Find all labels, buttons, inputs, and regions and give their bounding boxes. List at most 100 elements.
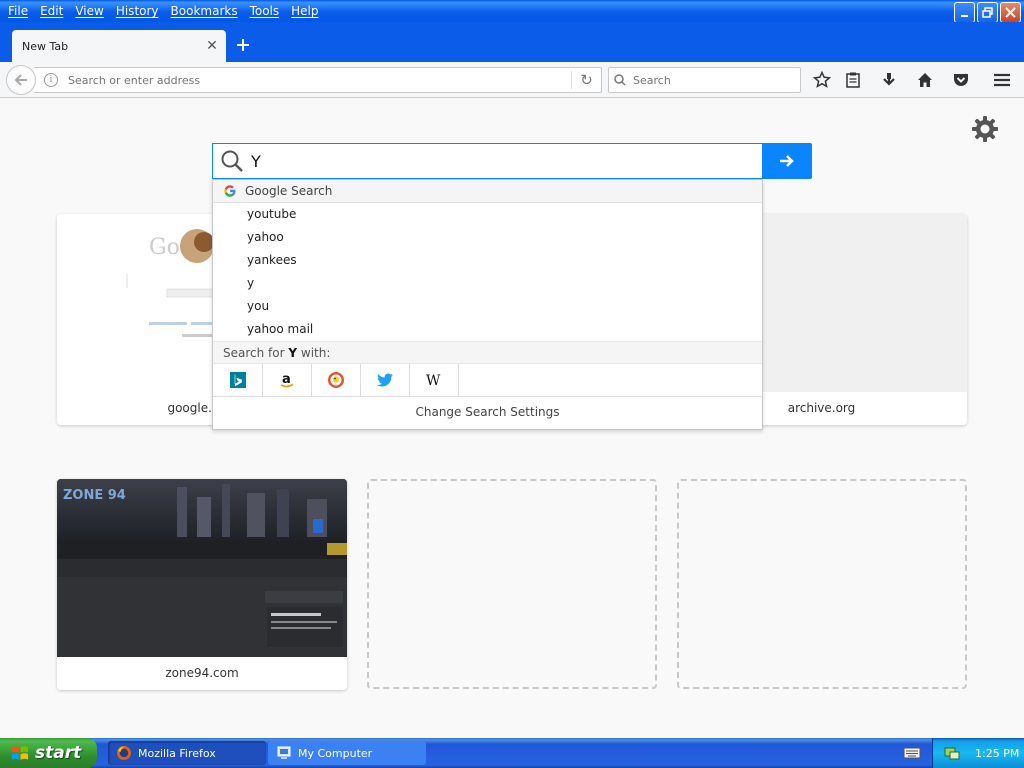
url-bar[interactable]: i ↻ [34,67,602,93]
search-for-prefix: Search for [223,346,289,360]
pocket-button[interactable] [951,70,971,90]
network-icon[interactable] [943,744,961,762]
one-off-engines-row: a W [213,363,762,397]
hamburger-menu-button[interactable] [992,70,1012,90]
change-search-settings-button[interactable]: Change Search Settings [213,397,762,428]
tab-new-tab[interactable]: New Tab ✕ [12,30,226,62]
back-button[interactable] [6,65,36,95]
star-icon [813,71,831,88]
suggestion-item[interactable]: you [213,295,762,318]
keyboard-icon[interactable] [903,746,921,760]
suggestion-item[interactable]: yahoo [213,226,762,249]
menu-bar: File Edit View History Bookmarks Tools H… [2,0,325,22]
hamburger-icon [994,73,1010,87]
tab-title: New Tab [22,39,69,53]
menu-tools[interactable]: Tools [244,0,286,22]
menu-help[interactable]: Help [285,0,324,22]
restore-icon [982,7,993,18]
zone94-thumbnail-image: ZONE 94 [57,479,347,657]
suggestion-item[interactable]: yankees [213,249,762,272]
svg-text:ZONE 94: ZONE 94 [63,488,126,503]
svg-text:a: a [282,372,291,387]
start-button[interactable]: start [0,738,97,768]
clipboard-icon [846,72,860,88]
search-for-suffix: with: [297,346,331,360]
engine-button-wikipedia[interactable]: W [410,363,459,397]
search-for-term: Y [288,346,298,360]
engine-button-twitter[interactable] [361,363,410,397]
navigation-toolbar: i ↻ [0,62,1024,98]
home-icon [918,73,932,87]
bookmark-star-button[interactable] [812,70,832,90]
menu-history[interactable]: History [110,0,165,22]
wikipedia-icon: W [426,373,441,388]
svg-text:W: W [426,373,441,388]
minimize-button[interactable] [954,2,975,23]
google-icon [224,185,236,197]
download-arrow-icon [883,73,895,86]
reload-icon[interactable]: ↻ [571,71,601,89]
plus-icon [237,39,249,51]
suggestion-engine-header: Google Search [213,180,762,203]
newtab-search-box[interactable] [212,143,763,179]
gear-icon [972,116,998,142]
search-icon [614,74,626,86]
suggestion-item[interactable]: yahoo mail [213,318,762,341]
address-input[interactable] [58,73,571,87]
close-icon [1005,7,1016,18]
info-icon[interactable]: i [44,73,58,87]
search-for-label: Search for Y with: [213,341,762,364]
tile-label: zone94.com [57,657,347,690]
new-tab-button[interactable] [232,34,254,56]
system-tray: 1:25 PM [932,738,1024,768]
empty-tile-slot[interactable] [677,479,967,689]
menu-file[interactable]: File [2,0,34,22]
arrow-right-icon [780,155,794,167]
firefox-icon [117,746,131,760]
taskbar-item-label: My Computer [298,746,373,760]
tab-strip: New Tab ✕ [0,22,1024,62]
bookmarks-menu-button[interactable] [843,70,863,90]
search-icon [221,150,243,172]
start-label: start [35,743,82,763]
taskbar-item-my-computer[interactable]: My Computer [268,741,426,765]
menu-view[interactable]: View [69,0,109,22]
tile-thumbnail: ZONE 94 [57,479,347,657]
close-window-button[interactable] [1000,2,1021,23]
restore-button[interactable] [977,2,998,23]
menu-bookmarks[interactable]: Bookmarks [165,0,244,22]
twitter-icon [377,373,393,387]
taskbar-item-firefox[interactable]: Mozilla Firefox [108,741,266,765]
engine-button-bing[interactable] [214,363,263,397]
menu-edit[interactable]: Edit [34,0,69,22]
taskbar-item-label: Mozilla Firefox [138,746,216,760]
engine-button-amazon[interactable]: a [263,363,312,397]
newtab-search-form [212,143,812,179]
window-controls [954,2,1021,23]
downloads-button[interactable] [879,70,899,90]
top-site-tile-zone94[interactable]: ZONE 94 zone94.com [57,479,347,690]
search-bar[interactable] [608,67,801,93]
home-button[interactable] [915,70,935,90]
engine-button-duckduckgo[interactable] [312,363,361,397]
minimize-icon [960,14,968,17]
duckduckgo-icon [328,372,344,388]
windows-taskbar: start Mozilla Firefox My Computer 1:25 P… [0,738,1024,768]
clock: 1:25 PM [975,746,1020,760]
search-input[interactable] [629,73,800,87]
amazon-icon: a [280,372,294,388]
suggestion-item[interactable]: youtube [213,203,762,226]
newtab-search-input[interactable] [251,151,731,171]
suggestion-item[interactable]: y [213,272,762,295]
svg-text:Go: Go [149,235,180,260]
pocket-icon [954,74,968,86]
tab-close-icon[interactable]: ✕ [202,38,222,54]
empty-tile-slot[interactable] [367,479,657,689]
engine-name: Google Search [245,184,333,198]
my-computer-icon [277,746,291,759]
newtab-settings-button[interactable] [970,114,1000,144]
search-go-button[interactable] [762,143,812,179]
back-arrow-icon [14,74,27,86]
bing-icon [230,372,246,388]
windows-logo-icon [12,746,28,760]
